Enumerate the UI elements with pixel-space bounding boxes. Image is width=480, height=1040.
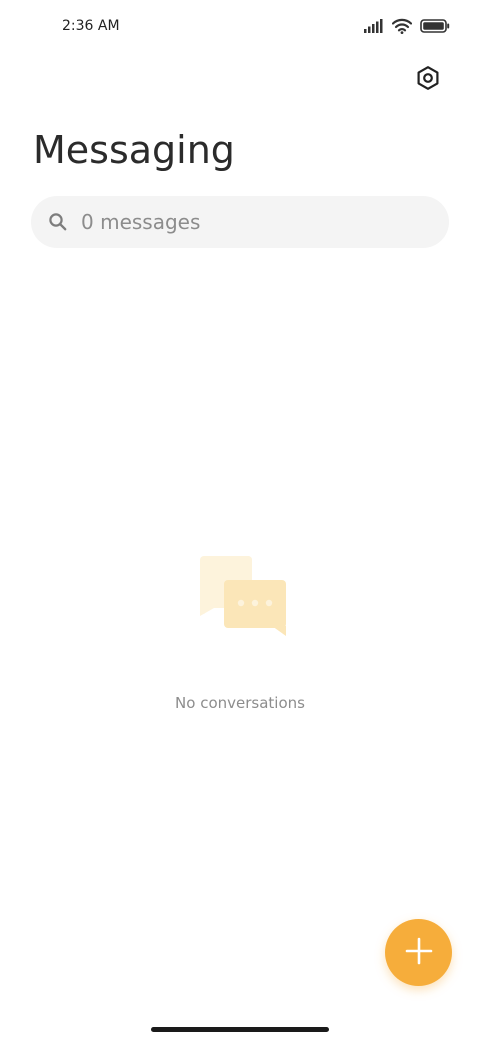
status-icons [364,18,450,34]
home-indicator[interactable] [151,1027,329,1032]
signal-icon [364,19,384,33]
settings-button[interactable] [408,60,448,100]
plus-icon [405,937,433,969]
messaging-screen: 2:36 AM Messaging 0 messages No conversa… [0,0,480,1040]
search-input[interactable] [81,210,411,234]
conversation-bubbles-icon [190,550,290,642]
empty-state: No conversations [0,550,480,712]
battery-icon [420,19,450,33]
new-conversation-button[interactable] [385,919,452,986]
wifi-icon [392,18,412,34]
search-bar[interactable] [31,196,449,248]
status-bar: 2:36 AM [0,0,480,54]
search-icon [47,211,69,233]
empty-state-text: No conversations [175,694,305,712]
page-title: Messaging [33,128,235,172]
status-time: 2:36 AM [62,18,120,34]
settings-icon [415,65,441,95]
